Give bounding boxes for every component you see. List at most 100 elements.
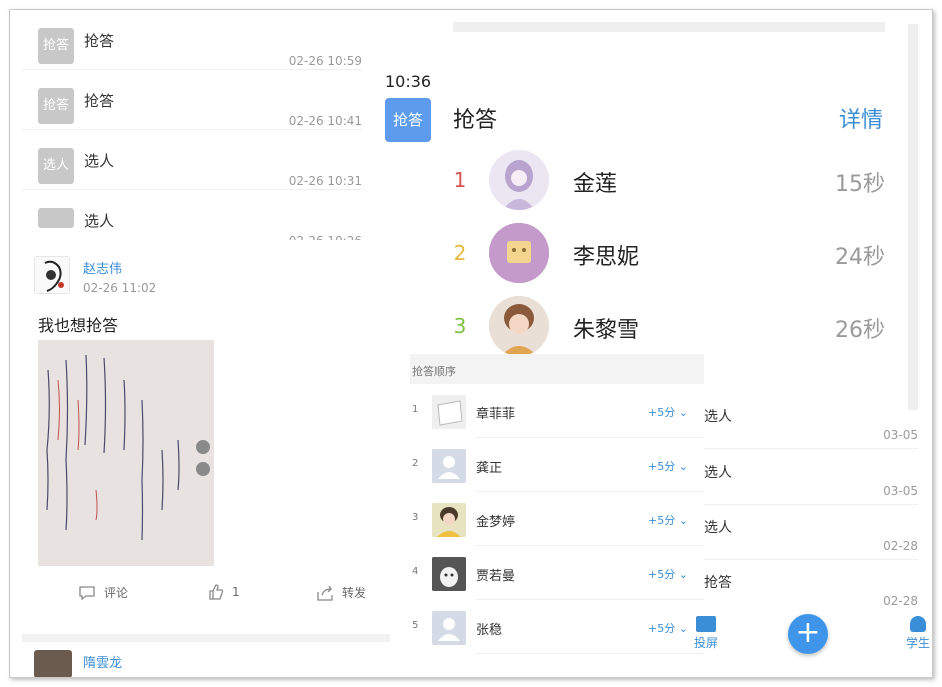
activity-time: 02-26 10:41 <box>288 114 362 128</box>
rank-number: 3 <box>453 314 467 338</box>
image-edit-icon[interactable] <box>196 462 210 476</box>
rank-row[interactable]: 2 李思妮 24秒 <box>453 221 885 285</box>
avatar[interactable] <box>34 256 70 294</box>
activity-badge: 抢答 <box>385 98 431 142</box>
order-number: 3 <box>412 512 419 523</box>
activity-badge: 选人 <box>38 148 74 184</box>
rank-row[interactable]: 1 金莲 15秒 <box>453 148 885 212</box>
activity-date: 02-28 <box>883 539 918 553</box>
top-bar <box>453 22 885 32</box>
rank-time: 15秒 <box>835 172 885 197</box>
student-name: 章菲菲 <box>476 407 516 422</box>
chevron-down-icon: ⌄ <box>678 406 688 419</box>
rank-name: 金莲 <box>573 172 618 197</box>
points-dropdown[interactable]: +5分 ⌄ <box>648 512 688 528</box>
activity-item[interactable]: 选人 03-05 <box>702 450 918 505</box>
activity-title: 选人 <box>704 465 732 481</box>
scrollbar[interactable] <box>908 24 918 410</box>
rank-name: 李思妮 <box>573 245 640 270</box>
activity-item[interactable]: 选人 选人 02-26 10:31 <box>22 130 362 190</box>
post-time: 02-26 11:02 <box>83 281 157 295</box>
avatar <box>432 557 466 591</box>
screen-cast-icon <box>696 616 716 632</box>
activity-list: 抢答 抢答 02-26 10:59 抢答 抢答 02-26 10:41 选人 选… <box>22 10 362 248</box>
points-dropdown[interactable]: +5分 ⌄ <box>648 620 688 636</box>
chevron-down-icon: ⌄ <box>678 514 688 527</box>
order-number: 2 <box>412 458 419 469</box>
like-button[interactable]: 1 <box>208 584 240 600</box>
post-author[interactable]: 赵志伟 <box>83 258 122 277</box>
activity-title: 抢答 <box>84 92 115 110</box>
activity-item[interactable]: 选人 02-28 <box>702 505 918 560</box>
avatar <box>432 449 466 483</box>
rank-name: 朱黎雪 <box>573 318 640 343</box>
chevron-down-icon: ⌄ <box>678 622 688 635</box>
activity-item[interactable]: 抢答 抢答 02-26 10:41 <box>22 70 362 130</box>
tab-label: 学生 <box>905 636 930 650</box>
user-icon <box>910 616 926 632</box>
share-button[interactable]: 转发 <box>316 584 366 601</box>
answer-order-row[interactable]: 3 金梦婷 +5分 ⌄ <box>410 492 704 546</box>
tab-students[interactable]: 学生 <box>903 616 932 651</box>
points-value: +5分 <box>648 514 676 527</box>
activity-time: 02-26 10:31 <box>288 174 362 188</box>
points-value: +5分 <box>648 406 676 419</box>
activity-item[interactable]: 选人 03-05 <box>702 394 918 449</box>
next-post-header: 隋雲龙 <box>22 634 390 677</box>
rank-time: 26秒 <box>835 318 885 343</box>
order-number: 1 <box>412 404 419 415</box>
avatar <box>489 150 549 210</box>
activity-date: 03-05 <box>883 428 918 442</box>
activity-date: 02-28 <box>883 594 918 608</box>
activity-title: 选人 <box>704 409 732 425</box>
anime-girl-avatar-icon <box>489 150 549 210</box>
activity-item[interactable]: 抢答 02-28 <box>702 560 918 615</box>
tab-label: 投屏 <box>693 636 718 650</box>
chevron-down-icon: ⌄ <box>678 460 688 473</box>
student-name: 贾若曼 <box>476 569 516 584</box>
avatar <box>432 611 466 645</box>
answer-order-row[interactable]: 5 张稳 +5分 ⌄ <box>410 600 704 654</box>
points-value: +5分 <box>648 622 676 635</box>
points-dropdown[interactable]: +5分 ⌄ <box>648 458 688 474</box>
points-dropdown[interactable]: +5分 ⌄ <box>648 566 688 582</box>
answer-order-row[interactable]: 4 贾若曼 +5分 ⌄ <box>410 546 704 600</box>
rank-number: 2 <box>453 241 467 265</box>
avatar[interactable] <box>34 650 72 677</box>
girl-photo-avatar-icon <box>432 503 466 537</box>
page-title: 抢答 <box>453 108 498 133</box>
default-user-icon <box>432 611 466 645</box>
screenshot-collage: 抢答 抢答 02-26 10:59 抢答 抢答 02-26 10:41 选人 选… <box>9 9 933 678</box>
student-name: 金梦婷 <box>476 515 516 530</box>
comment-icon <box>79 585 95 600</box>
student-name: 龚正 <box>476 461 503 476</box>
sticker-avatar-icon <box>489 223 549 283</box>
details-link[interactable]: 详情 <box>839 102 883 134</box>
feed-post: 赵志伟 02-26 11:02 我也想抢答 评论 1 转发 <box>22 240 390 622</box>
image-expand-icon[interactable] <box>196 440 210 454</box>
activity-item[interactable]: 抢答 抢答 02-26 10:59 <box>22 10 362 70</box>
order-number: 4 <box>412 566 419 577</box>
sketch-portrait-icon <box>44 260 64 292</box>
post-photo[interactable] <box>38 340 214 566</box>
chevron-down-icon: ⌄ <box>678 568 688 581</box>
post-author[interactable]: 隋雲龙 <box>83 652 122 671</box>
status-clock: 10:36 <box>385 72 432 91</box>
share-icon <box>317 585 333 601</box>
activity-title: 抢答 <box>704 575 732 591</box>
default-user-icon <box>432 449 466 483</box>
activity-title: 选人 <box>704 520 732 536</box>
rank-row[interactable]: 3 朱黎雪 26秒 <box>453 294 885 358</box>
avatar <box>489 223 549 283</box>
answer-order-row[interactable]: 2 龚正 +5分 ⌄ <box>410 438 704 492</box>
avatar <box>489 296 549 356</box>
activity-title: 选人 <box>84 152 115 170</box>
cartoon-avatar-icon <box>432 557 466 591</box>
rank-number: 1 <box>453 168 467 192</box>
answer-order-panel: 抢答顺序 1 章菲菲 +5分 ⌄ 2 龚正 +5分 ⌄ 3 金梦婷 +5分 ⌄ … <box>410 354 704 677</box>
comment-button[interactable]: 评论 <box>78 584 128 601</box>
answer-order-row[interactable]: 1 章菲菲 +5分 ⌄ <box>410 384 704 438</box>
tab-screen-cast[interactable]: 投屏 <box>688 616 724 651</box>
points-dropdown[interactable]: +5分 ⌄ <box>648 404 688 420</box>
add-button[interactable]: + <box>788 614 828 654</box>
